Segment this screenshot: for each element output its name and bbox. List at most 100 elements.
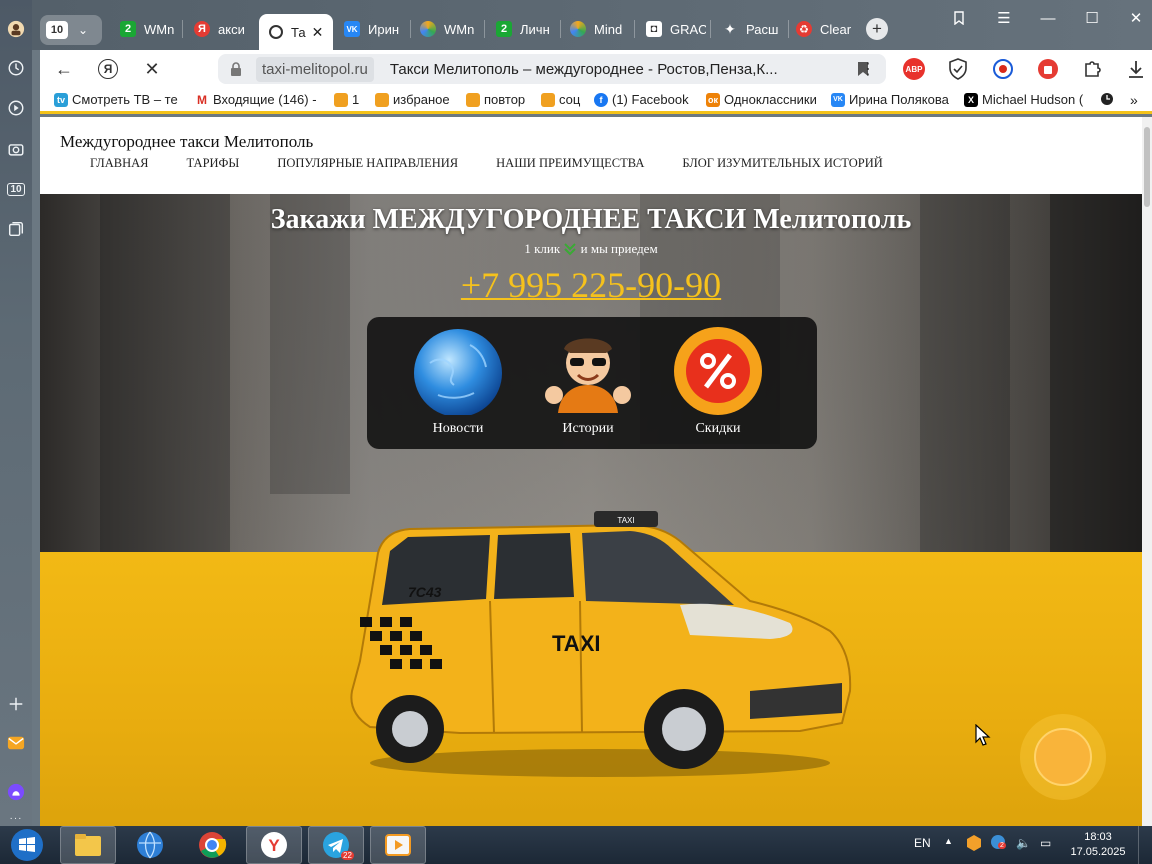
show-desktop-button[interactable] xyxy=(1138,826,1152,864)
taskbar-media-player[interactable] xyxy=(370,826,426,864)
tray-expand-icon[interactable]: ▲ xyxy=(944,836,953,846)
bookmark-gmail[interactable]: M Входящие (146) - xyxy=(195,92,317,107)
tray-notification-icon[interactable]: 2 xyxy=(990,834,1006,853)
translate-extension-icon[interactable] xyxy=(991,57,1015,81)
windows-taskbar: Y 22 EN ▲ 2 🔈 ▭ 18:03 17.05.2025 xyxy=(0,826,1152,864)
odnoklassniki-icon: ок xyxy=(706,92,720,107)
cleaner-extension-icon[interactable] xyxy=(1036,57,1060,81)
minimize-button[interactable]: — xyxy=(1033,6,1063,30)
bookmark-panel-icon[interactable] xyxy=(944,6,974,30)
tab-yandex-taxi[interactable]: Яакси xyxy=(194,14,254,44)
clock-bookmark-icon[interactable] xyxy=(1100,92,1114,106)
yandex-home-button[interactable]: Я xyxy=(96,58,120,80)
bookmark-michael-hudson[interactable]: X Michael Hudson ( xyxy=(964,92,1086,107)
tab-count-badge: 10 xyxy=(46,21,68,39)
download-icon[interactable] xyxy=(1124,57,1148,81)
taskbar-chrome[interactable] xyxy=(184,826,240,864)
bookmark-facebook[interactable]: f (1) Facebook xyxy=(594,92,689,107)
add-panel-icon[interactable] xyxy=(5,693,27,715)
history-icon[interactable] xyxy=(5,57,27,79)
scrollbar-thumb[interactable] xyxy=(1144,127,1150,207)
volume-icon[interactable]: 🔈 xyxy=(1016,836,1031,850)
new-tab-button[interactable]: + xyxy=(866,18,888,40)
nav-tariffs[interactable]: ТАРИФЫ xyxy=(187,156,240,171)
profile-avatar-icon[interactable] xyxy=(5,18,27,40)
nav-blog[interactable]: БЛОГ ИЗУМИТЕЛЬНЫХ ИСТОРИЙ xyxy=(682,156,882,171)
nav-popular-routes[interactable]: ПОПУЛЯРНЫЕ НАПРАВЛЕНИЯ xyxy=(277,156,458,171)
extensions-puzzle-icon[interactable] xyxy=(1080,57,1104,81)
close-tab-icon[interactable]: ✕ xyxy=(312,24,324,41)
discounts-link[interactable]: Скидки xyxy=(663,325,773,437)
menu-icon[interactable]: ☰ xyxy=(989,6,1019,30)
taskbar-telegram[interactable]: 22 xyxy=(308,826,364,864)
media-player-icon xyxy=(385,834,411,856)
close-window-button[interactable]: ✕ xyxy=(1121,6,1151,30)
news-link[interactable]: Новости xyxy=(403,325,513,437)
bookmarks-bar: tv Смотреть ТВ – те M Входящие (146) - 1 и… xyxy=(40,88,1152,114)
tab-counter-button[interactable]: 10 ⌄ xyxy=(40,15,102,45)
more-dots-icon[interactable]: ··· xyxy=(5,813,27,824)
globe-icon xyxy=(137,831,163,859)
nav-advantages[interactable]: НАШИ ПРЕИМУЩЕСТВА xyxy=(496,156,644,171)
more-vertical-icon[interactable]: ⋮ xyxy=(856,57,880,81)
nav-home[interactable]: ГЛАВНАЯ xyxy=(90,156,149,171)
bookmark-odnoklassniki[interactable]: ок Одноклассники xyxy=(706,92,817,107)
taskbar-explorer[interactable] xyxy=(60,826,116,864)
collections-icon[interactable] xyxy=(5,218,27,240)
tab-favicon-icon: Я xyxy=(194,21,210,37)
tab-count-icon[interactable]: 10 xyxy=(5,178,27,200)
page-scrollbar[interactable] xyxy=(1142,117,1152,826)
bookmark-soc[interactable]: соц xyxy=(541,92,580,107)
globe-icon xyxy=(414,329,502,415)
tray-app-icon[interactable] xyxy=(966,834,982,855)
x-icon: X xyxy=(964,92,978,107)
alice-assistant-icon[interactable] xyxy=(5,781,27,803)
network-icon[interactable]: ▭ xyxy=(1040,836,1051,850)
browser-sidebar: 10 ··· xyxy=(0,0,32,826)
adblock-extension-icon[interactable]: ABP xyxy=(902,57,926,81)
bookmark-vk-irina[interactable]: VK Ирина Полякова xyxy=(831,92,949,107)
chrome-icon xyxy=(199,832,227,858)
puzzle-icon: ✦ xyxy=(724,20,736,37)
phone-number-link[interactable]: +7 995 225-90-90 xyxy=(40,264,1142,306)
svg-text:Y: Y xyxy=(268,836,280,855)
back-button[interactable]: ← xyxy=(52,58,76,80)
tab-grac[interactable]: ◘ GRAC xyxy=(646,14,706,44)
tab-mind[interactable]: Mind xyxy=(570,14,630,44)
stop-loading-button[interactable]: ✕ xyxy=(140,58,164,80)
bookmark-favorites[interactable]: избраное xyxy=(375,92,450,107)
tab-wmn-2[interactable]: WMn xyxy=(420,14,480,44)
tab-clear[interactable]: ♻ Clear xyxy=(796,14,856,44)
mail-icon[interactable] xyxy=(5,732,27,754)
facebook-icon: f xyxy=(594,92,608,107)
car-plate-text: 7С43 xyxy=(408,584,442,600)
taskbar-ie[interactable] xyxy=(122,826,178,864)
bookmark-1[interactable]: 1 xyxy=(334,92,359,107)
tab-lichn[interactable]: 2 Личн xyxy=(496,14,556,44)
tab-favicon-icon xyxy=(570,21,586,37)
bookmark-repeat[interactable]: повтор xyxy=(466,92,525,107)
tab-taxi-melitopol-active[interactable]: Та ✕ xyxy=(259,14,333,50)
shield-extension-icon[interactable] xyxy=(946,57,970,81)
tab-vk-irina[interactable]: VK Ирин xyxy=(344,14,406,44)
taskbar-yandex-browser[interactable]: Y xyxy=(246,826,302,864)
call-button[interactable] xyxy=(1020,714,1106,800)
language-indicator[interactable]: EN xyxy=(914,836,931,850)
site-nav: ГЛАВНАЯ ТАРИФЫ ПОПУЛЯРНЫЕ НАПРАВЛЕНИЯ НА… xyxy=(90,156,883,171)
stories-link[interactable]: Истории xyxy=(533,325,643,437)
bookmark-tv[interactable]: tv Смотреть ТВ – те xyxy=(54,92,178,107)
url-field[interactable]: taxi-melitopol.ru Такси Мелитополь – меж… xyxy=(218,54,886,84)
start-button[interactable] xyxy=(0,826,54,864)
tab-extensions[interactable]: ✦ Расш xyxy=(722,14,784,44)
site-name: Междугороднее такси Мелитополь xyxy=(60,132,314,151)
play-icon[interactable] xyxy=(5,97,27,119)
hero-section: Закажи МЕЖДУГОРОДНЕЕ ТАКСИ Мелитополь 1 … xyxy=(40,194,1142,826)
url-host: taxi-melitopol.ru xyxy=(256,56,374,82)
web-page: Междугороднее такси Мелитополь ГЛАВНАЯ Т… xyxy=(40,117,1142,826)
system-clock[interactable]: 18:03 17.05.2025 xyxy=(1068,830,1128,860)
more-bookmarks-icon[interactable]: » xyxy=(1130,92,1138,108)
folder-bookmark-icon xyxy=(334,92,348,107)
maximize-button[interactable]: ☐ xyxy=(1077,6,1107,30)
tab-wmn[interactable]: 2 WMn xyxy=(120,14,180,44)
camera-icon[interactable] xyxy=(5,138,27,160)
